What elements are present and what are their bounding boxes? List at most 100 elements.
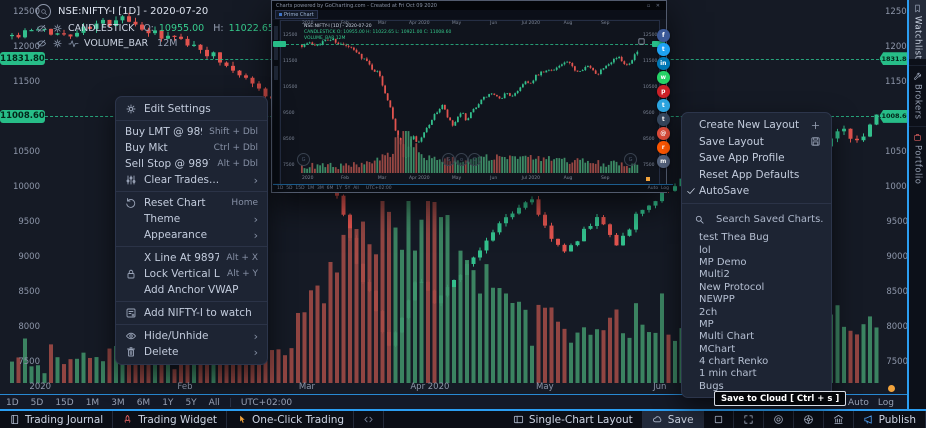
timeframe-button[interactable]: All: [203, 398, 226, 408]
share-icon[interactable]: p: [657, 85, 670, 98]
price-tick-label: 10500: [885, 147, 908, 157]
price-tick-label: 8500: [885, 287, 908, 297]
layout-menu-item[interactable]: Save Layout: [682, 134, 831, 151]
submenu-chevron-icon: [254, 175, 258, 186]
context-menu-item[interactable]: Sell Stop @ 9897.59 Alt + Dbl: [116, 156, 267, 172]
preview-date-label: Apr 2020: [409, 176, 430, 181]
statusbar-button[interactable]: [823, 411, 853, 428]
layout-menu-item[interactable]: Reset App Defaults: [682, 167, 831, 184]
context-menu-item[interactable]: Edit Settings: [116, 101, 267, 117]
timeframe-button[interactable]: 5Y: [179, 398, 202, 408]
statusbar-button[interactable]: Publish: [853, 411, 926, 428]
timeframe-button[interactable]: 1M: [80, 398, 106, 408]
layout-menu-item[interactable]: Save App Profile: [682, 150, 831, 167]
context-menu-item[interactable]: Lock Vertical Line Alt + Y: [116, 266, 267, 282]
context-menu-item[interactable]: Add NIFTY-I to watchlist: [116, 305, 267, 321]
saved-chart-item[interactable]: MP: [682, 318, 831, 330]
saved-chart-item[interactable]: MP Demo: [682, 256, 831, 268]
timeframe-button[interactable]: 15D: [49, 398, 79, 408]
series-settings-icon[interactable]: [52, 23, 63, 34]
chart-preview-window[interactable]: Charts powered by GoCharting.com - Creat…: [271, 0, 667, 193]
context-menu-item[interactable]: Delete: [116, 344, 267, 360]
wrench-icon: [913, 72, 922, 81]
statusbar-button[interactable]: Single-Chart Layout: [504, 411, 642, 428]
statusbar-button[interactable]: Trading Journal: [0, 411, 112, 428]
statusbar-button[interactable]: [763, 411, 793, 428]
context-menu-item[interactable]: X Line At 9897.59 Alt + X: [116, 250, 267, 266]
share-icon[interactable]: w: [657, 71, 670, 84]
price-badge: 11008.60: [879, 110, 909, 123]
save-tooltip: Save to Cloud [ Ctrl + s ]: [714, 391, 846, 406]
saved-chart-item[interactable]: MChart: [682, 343, 831, 355]
layout-menu-item[interactable]: AutoSave: [682, 183, 831, 200]
price-tick-label: 9500: [885, 217, 908, 227]
context-menu-item[interactable]: Appearance: [116, 227, 267, 243]
timeframe-button[interactable]: 1Y: [156, 398, 179, 408]
timezone-label[interactable]: UTC+02:00: [235, 398, 298, 408]
side-tab[interactable]: Portfolio: [909, 126, 926, 184]
search-icon: [694, 214, 705, 225]
preview-price-label: 9500: [643, 111, 654, 116]
statusbar-button[interactable]: [703, 411, 733, 428]
journal-icon: [9, 414, 20, 425]
preview-price-line: [281, 44, 658, 45]
saved-chart-item[interactable]: 2ch: [682, 306, 831, 318]
price-tick-label: 10000: [0, 182, 40, 192]
log-scale-toggle[interactable]: Log: [878, 398, 894, 408]
preview-date-label: Aug: [564, 21, 573, 26]
context-menu-item[interactable]: Buy LMT @ 9897.59 Shift + Dbl: [116, 124, 267, 140]
right-panel-tabs: Watchlist Brokers Portfolio: [907, 0, 926, 409]
saved-chart-item[interactable]: test Thea Bug: [682, 232, 831, 244]
share-icon[interactable]: t: [657, 43, 670, 56]
timeframe-button[interactable]: 5D: [25, 398, 50, 408]
series-name: CANDLESTICK: [68, 23, 134, 34]
snapshot-icon[interactable]: [637, 37, 646, 46]
price-tick-label: 8500: [0, 287, 40, 297]
saved-chart-item[interactable]: Multi Chart: [682, 331, 831, 343]
context-menu-item[interactable]: Hide/Unhide: [116, 328, 267, 344]
open-value: 10955.00: [159, 23, 204, 34]
statusbar-button[interactable]: [793, 411, 823, 428]
share-icon[interactable]: in: [657, 57, 670, 70]
share-icon[interactable]: @: [657, 127, 670, 140]
saved-chart-item[interactable]: Multi2: [682, 269, 831, 281]
share-icon[interactable]: m: [657, 155, 670, 168]
saved-chart-item[interactable]: NEWPP: [682, 293, 831, 305]
share-icon[interactable]: f: [657, 29, 670, 42]
chart-context-menu: Edit Settings Buy LMT @ 9897.59 Shift + …: [115, 96, 268, 365]
side-tab[interactable]: Brokers: [909, 65, 926, 120]
timeframe-button[interactable]: 1D: [0, 398, 25, 408]
share-icon[interactable]: r: [657, 141, 670, 154]
context-menu-item[interactable]: Reset Chart Home: [116, 195, 267, 211]
saved-chart-item[interactable]: lol: [682, 244, 831, 256]
code-icon: [363, 414, 374, 425]
side-tab[interactable]: Watchlist: [909, 0, 926, 59]
timeframe-button[interactable]: 3M: [105, 398, 131, 408]
saved-chart-item[interactable]: 4 chart Renko: [682, 355, 831, 367]
statusbar-button[interactable]: Trading Widget: [112, 411, 226, 428]
volume-settings-icon[interactable]: [52, 38, 63, 49]
context-menu-item[interactable]: Clear Trades...: [116, 172, 267, 188]
context-menu-item[interactable]: Theme: [116, 211, 267, 227]
statusbar-button[interactable]: One-Click Trading: [226, 411, 353, 428]
context-menu-item[interactable]: Buy Mkt Ctrl + Dbl: [116, 140, 267, 156]
layout-menu-item[interactable]: Create New Layout: [682, 117, 831, 134]
statusbar-button[interactable]: [353, 411, 384, 428]
reset-icon: [125, 197, 137, 209]
timeframe-button[interactable]: 6M: [131, 398, 157, 408]
hide-series-icon[interactable]: [36, 23, 47, 34]
price-tick-label: 9500: [0, 217, 40, 227]
auto-scale-toggle[interactable]: Auto: [848, 398, 869, 408]
search-input[interactable]: [714, 213, 828, 226]
saved-chart-item[interactable]: New Protocol: [682, 281, 831, 293]
hide-volume-icon[interactable]: [36, 38, 47, 49]
statusbar-button[interactable]: Save: [642, 411, 703, 428]
share-icon[interactable]: t: [657, 113, 670, 126]
saved-chart-item[interactable]: 1 min chart: [682, 368, 831, 380]
preview-date-label: Mar: [378, 21, 387, 26]
statusbar-button[interactable]: [733, 411, 763, 428]
symbol-search-icon[interactable]: [36, 4, 51, 19]
context-menu-item[interactable]: Add Anchor VWAP: [116, 282, 267, 298]
date-label: Feb: [177, 382, 192, 392]
share-icon[interactable]: t: [657, 99, 670, 112]
